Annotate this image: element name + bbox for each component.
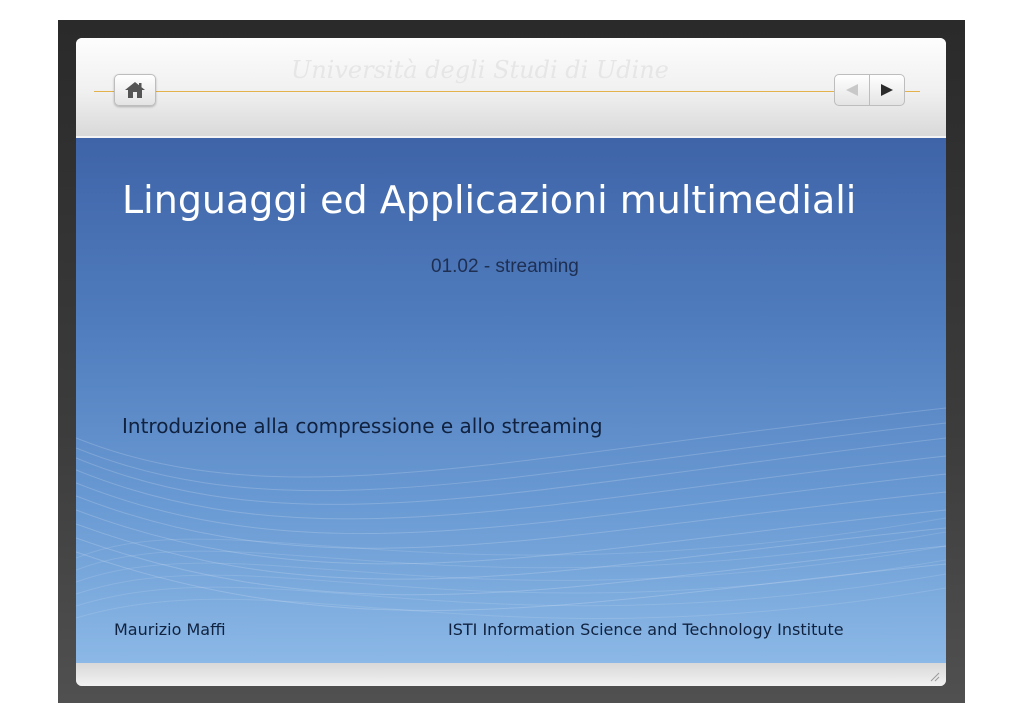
home-icon	[125, 82, 145, 98]
slide-subtitle: 01.02 - streaming	[431, 256, 579, 277]
header-rule	[94, 91, 920, 92]
slide-intro-text: Introduzione alla compressione e allo st…	[122, 414, 603, 438]
footer-bar	[76, 663, 946, 686]
institute-name: ISTI Information Science and Technology …	[448, 620, 844, 639]
slide-content: Linguaggi ed Applicazioni multimediali 0…	[76, 138, 946, 663]
author-name: Maurizio Maffi	[114, 620, 226, 639]
previous-slide-button[interactable]	[834, 74, 870, 106]
header-bar: Università degli Studi di Udine	[76, 38, 946, 136]
arrow-right-icon	[881, 84, 893, 96]
home-button[interactable]	[114, 74, 156, 106]
resize-grip-icon[interactable]	[928, 670, 940, 682]
slide-pager	[834, 74, 906, 106]
slide-window: Università degli Studi di Udine Linguagg…	[76, 38, 946, 686]
next-slide-button[interactable]	[869, 74, 905, 106]
arrow-left-icon	[846, 84, 858, 96]
slide-title: Linguaggi ed Applicazioni multimediali	[122, 178, 857, 222]
university-watermark: Università degli Studi di Udine	[291, 56, 669, 84]
